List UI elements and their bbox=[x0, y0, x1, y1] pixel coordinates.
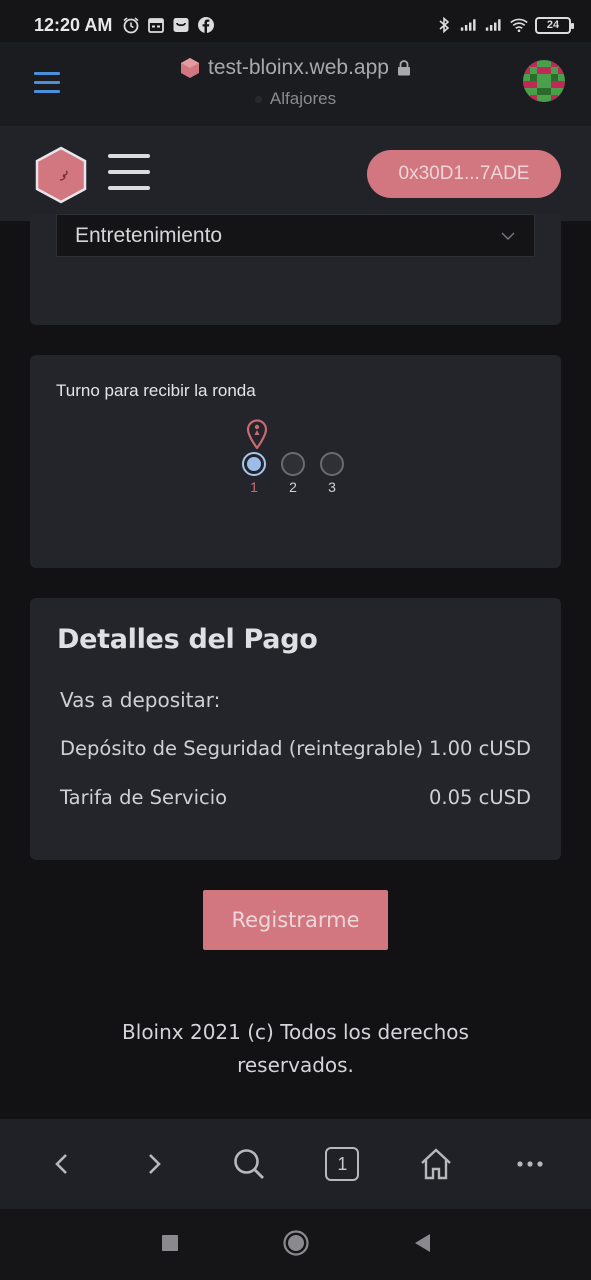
back-icon[interactable] bbox=[36, 1139, 86, 1189]
payment-row-value: 1.00 cUSD bbox=[428, 737, 531, 760]
forward-icon[interactable] bbox=[130, 1139, 180, 1189]
payment-subtitle: Vas a depositar: bbox=[60, 688, 221, 712]
payment-row-value: 0.05 cUSD bbox=[428, 786, 531, 809]
turn-label: 1 bbox=[250, 479, 258, 495]
location-pin-icon bbox=[246, 419, 268, 449]
turn-options: 1 2 3 bbox=[242, 452, 344, 495]
payment-row-label: Depósito de Seguridad (reintegrable) bbox=[60, 737, 424, 760]
footer-copyright: Bloinx 2021 (c) Todos los derechos reser… bbox=[122, 1020, 469, 1077]
browser-bottom-nav: 1 bbox=[0, 1119, 591, 1209]
system-back-icon[interactable] bbox=[413, 1233, 431, 1257]
calendar-icon bbox=[147, 16, 165, 34]
payment-row-fee: Tarifa de Servicio 0.05 cUSD bbox=[60, 786, 531, 809]
home-icon[interactable] bbox=[411, 1139, 461, 1189]
signal-icon bbox=[460, 16, 478, 34]
shopping-icon bbox=[172, 16, 190, 34]
tab-count: 1 bbox=[325, 1147, 360, 1181]
signal-icon bbox=[485, 16, 503, 34]
turn-label: 3 bbox=[328, 479, 336, 495]
turn-option-2[interactable]: 2 bbox=[281, 452, 305, 495]
bluetooth-icon bbox=[435, 16, 453, 34]
category-select[interactable]: Entretenimiento bbox=[56, 214, 535, 257]
app-header: 0x30D1...7ADE bbox=[0, 126, 591, 221]
turn-card: Turno para recibir la ronda 1 2 3 bbox=[30, 355, 561, 568]
bloinx-logo-icon[interactable] bbox=[34, 146, 88, 204]
network-status-dot bbox=[254, 95, 262, 103]
turn-option-1[interactable]: 1 bbox=[242, 452, 266, 495]
turn-label: 2 bbox=[289, 479, 297, 495]
turn-radio[interactable] bbox=[281, 452, 305, 476]
payment-details-card: Detalles del Pago Vas a depositar: Depós… bbox=[30, 598, 561, 860]
turn-radio[interactable] bbox=[320, 452, 344, 476]
payment-row-label: Tarifa de Servicio bbox=[60, 786, 228, 809]
android-nav-bar bbox=[0, 1209, 591, 1280]
network-indicator: Alfajores bbox=[254, 89, 337, 109]
search-icon[interactable] bbox=[224, 1139, 274, 1189]
battery-icon: 24 bbox=[535, 16, 574, 34]
recents-icon[interactable] bbox=[161, 1234, 179, 1256]
facebook-icon bbox=[197, 16, 215, 34]
tabs-button[interactable]: 1 bbox=[317, 1139, 367, 1189]
payment-title: Detalles del Pago bbox=[57, 624, 318, 655]
chevron-down-icon bbox=[501, 232, 515, 240]
alarm-icon bbox=[122, 16, 140, 34]
more-icon[interactable] bbox=[505, 1139, 555, 1189]
url-bar[interactable]: test-bloinx.web.app bbox=[180, 56, 411, 80]
wallet-address-button[interactable]: 0x30D1...7ADE bbox=[367, 150, 561, 198]
category-card: Entretenimiento bbox=[30, 214, 561, 325]
payment-row-deposit: Depósito de Seguridad (reintegrable) 1.0… bbox=[60, 737, 531, 760]
url-text: test-bloinx.web.app bbox=[208, 56, 389, 79]
turn-option-3[interactable]: 3 bbox=[320, 452, 344, 495]
menu-icon[interactable] bbox=[108, 154, 150, 202]
turn-radio-selected[interactable] bbox=[242, 452, 266, 476]
turn-title: Turno para recibir la ronda bbox=[56, 381, 256, 400]
category-select-value: Entretenimiento bbox=[75, 223, 223, 247]
home-button-icon[interactable] bbox=[282, 1229, 309, 1260]
wifi-icon bbox=[510, 16, 528, 34]
browser-bar: test-bloinx.web.app Alfajores bbox=[0, 42, 591, 126]
account-avatar[interactable] bbox=[523, 60, 565, 102]
site-favicon-icon bbox=[181, 58, 200, 78]
register-button[interactable]: Registrarme bbox=[203, 890, 388, 950]
status-time: 12:20 AM bbox=[34, 14, 113, 35]
lock-icon bbox=[397, 60, 410, 76]
network-name: Alfajores bbox=[269, 89, 337, 108]
